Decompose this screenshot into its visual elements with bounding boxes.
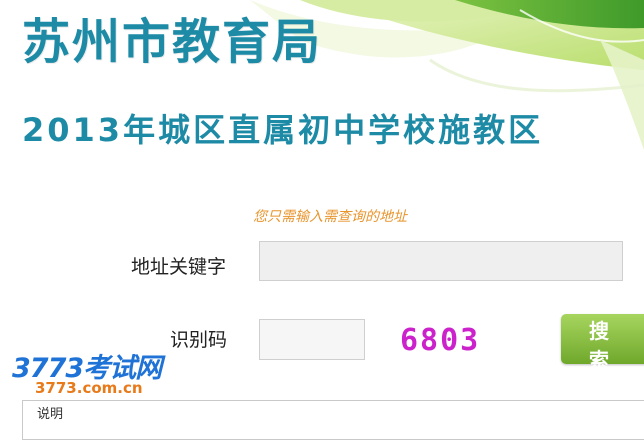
address-keyword-input[interactable] (259, 241, 623, 281)
captcha-text: 6803 (400, 323, 480, 358)
info-panel: 说明 (22, 400, 644, 440)
captcha-image[interactable]: 6803 (398, 318, 490, 358)
page-subtitle: 2013年城区直属初中学校施教区 (22, 111, 544, 149)
verification-code-input[interactable] (259, 319, 365, 360)
search-hint: 您只需输入需查询的地址 (253, 209, 407, 225)
org-title: 苏州市教育局 (22, 14, 323, 70)
verification-code-label: 识别码 (170, 329, 228, 351)
site-watermark-url: 3773.com.cn (35, 379, 143, 397)
address-keyword-label: 地址关键字 (131, 256, 227, 278)
search-button[interactable]: 搜 索 (561, 314, 644, 372)
